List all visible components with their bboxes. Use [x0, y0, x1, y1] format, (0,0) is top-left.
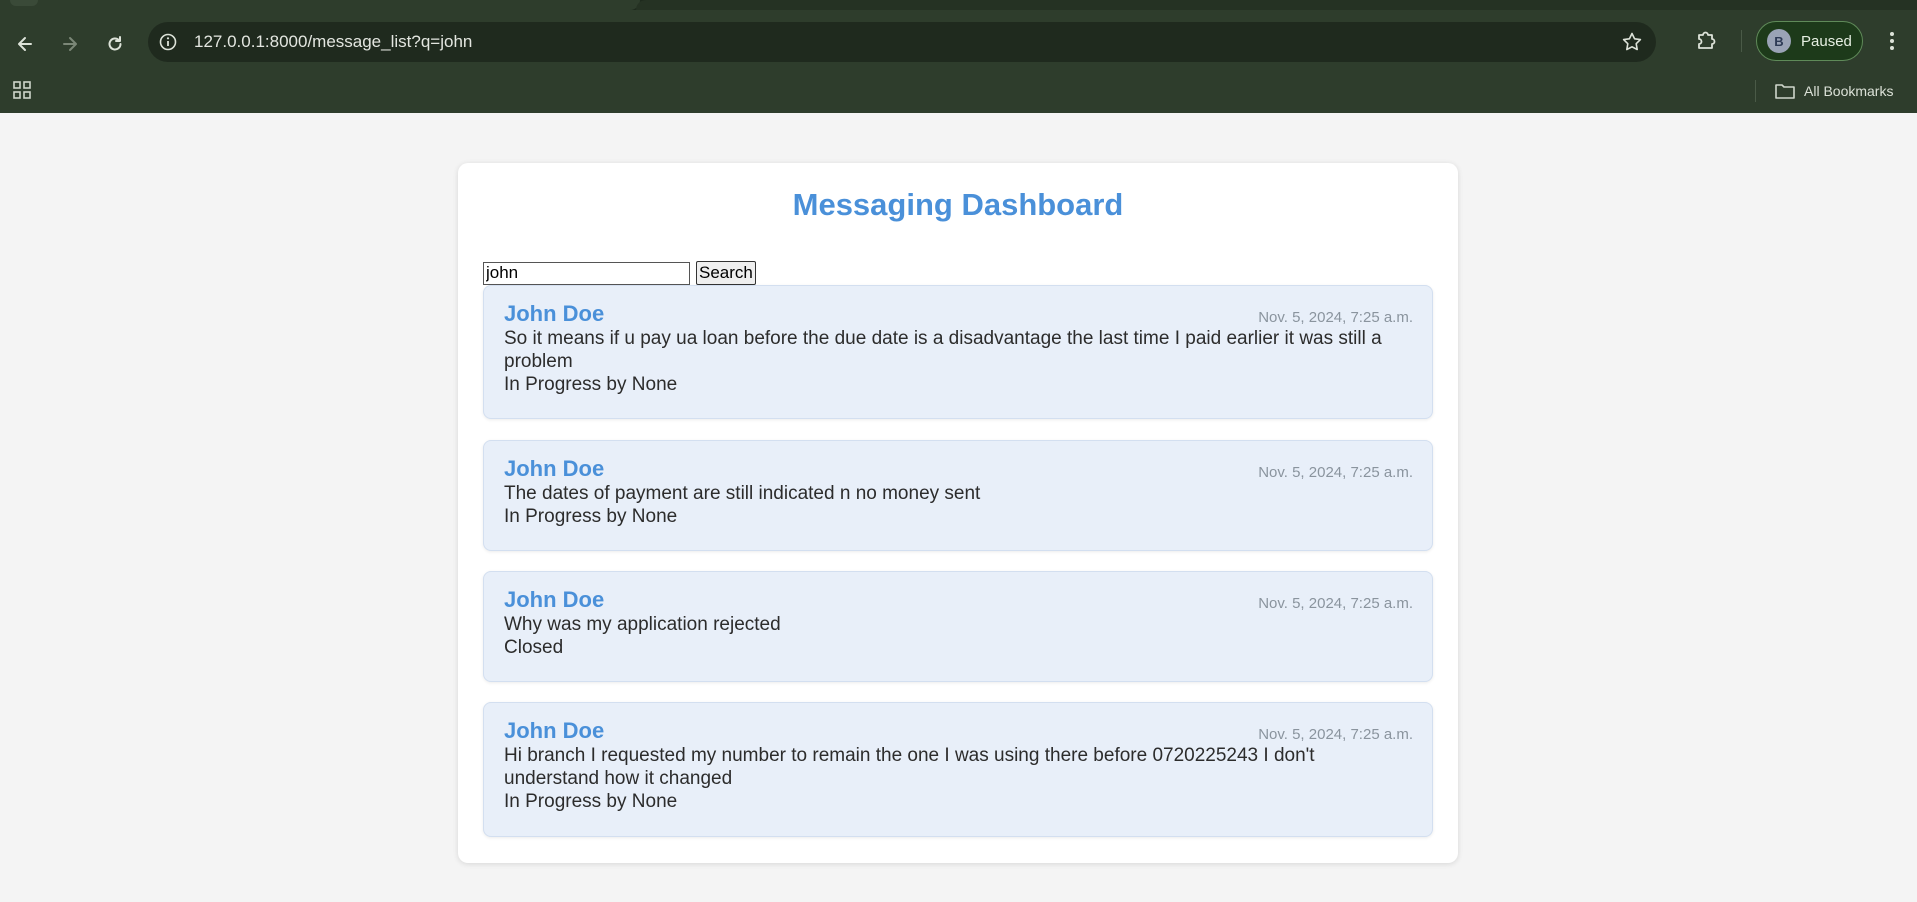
message-date: Nov. 5, 2024, 7:25 a.m. [1258, 595, 1413, 612]
address-bar[interactable]: 127.0.0.1:8000/message_list?q=john [148, 22, 1656, 62]
bookmarks-bar: All Bookmarks [0, 72, 1917, 113]
extensions-puzzle-icon[interactable] [1694, 26, 1720, 52]
message-status: Closed [504, 637, 564, 658]
message-date: Nov. 5, 2024, 7:25 a.m. [1258, 309, 1413, 326]
active-tab[interactable] [0, 0, 640, 10]
apps-grid-icon[interactable] [12, 80, 32, 100]
reload-button[interactable] [97, 26, 133, 62]
kebab-menu-icon[interactable] [1880, 26, 1904, 56]
message-status: In Progress by None [504, 506, 678, 527]
message-status: In Progress by None [504, 791, 678, 812]
search-form: Search [483, 261, 756, 285]
message-card[interactable]: John Doe Nov. 5, 2024, 7:25 a.m. Hi bran… [483, 702, 1433, 837]
message-text: Why was my application rejected [504, 614, 781, 635]
dashboard-card: Messaging Dashboard Search John Doe Nov.… [458, 163, 1458, 863]
search-button[interactable]: Search [696, 261, 756, 285]
reload-icon [108, 36, 122, 51]
message-text: So it means if u pay ua loan before the … [504, 328, 1382, 372]
bookmark-star-icon[interactable] [1620, 30, 1644, 54]
inactive-tab-area[interactable] [636, 0, 1917, 10]
message-card[interactable]: John Doe Nov. 5, 2024, 7:25 a.m. The dat… [483, 440, 1433, 551]
forward-arrow-icon [63, 37, 77, 51]
bookmarks-divider [1755, 80, 1756, 102]
tab-strip [0, 0, 1917, 10]
profile-button[interactable]: B Paused [1756, 21, 1863, 61]
message-date: Nov. 5, 2024, 7:25 a.m. [1258, 726, 1413, 743]
message-card[interactable]: John Doe Nov. 5, 2024, 7:25 a.m. Why was… [483, 571, 1433, 682]
all-bookmarks-label: All Bookmarks [1804, 83, 1894, 99]
message-text: The dates of payment are still indicated… [504, 483, 981, 504]
tab-favicon [10, 0, 38, 6]
profile-status-label: Paused [1801, 32, 1852, 50]
url-text[interactable]: 127.0.0.1:8000/message_list?q=john [194, 32, 472, 52]
back-arrow-icon [18, 37, 32, 51]
message-status: In Progress by None [504, 374, 678, 395]
forward-button[interactable] [52, 26, 88, 62]
back-button[interactable] [7, 26, 43, 62]
folder-icon [1775, 84, 1795, 99]
message-card[interactable]: John Doe Nov. 5, 2024, 7:25 a.m. So it m… [483, 285, 1433, 419]
page-title: Messaging Dashboard [792, 187, 1124, 222]
site-info-icon[interactable] [158, 32, 178, 52]
all-bookmarks-button[interactable]: All Bookmarks [1774, 78, 1893, 104]
message-date: Nov. 5, 2024, 7:25 a.m. [1258, 464, 1413, 481]
toolbar-divider [1741, 30, 1742, 52]
message-text: Hi branch I requested my number to remai… [504, 745, 1315, 789]
avatar: B [1767, 29, 1791, 53]
browser-toolbar: 127.0.0.1:8000/message_list?q=john B Pau… [0, 10, 1917, 72]
search-input[interactable] [483, 261, 690, 285]
